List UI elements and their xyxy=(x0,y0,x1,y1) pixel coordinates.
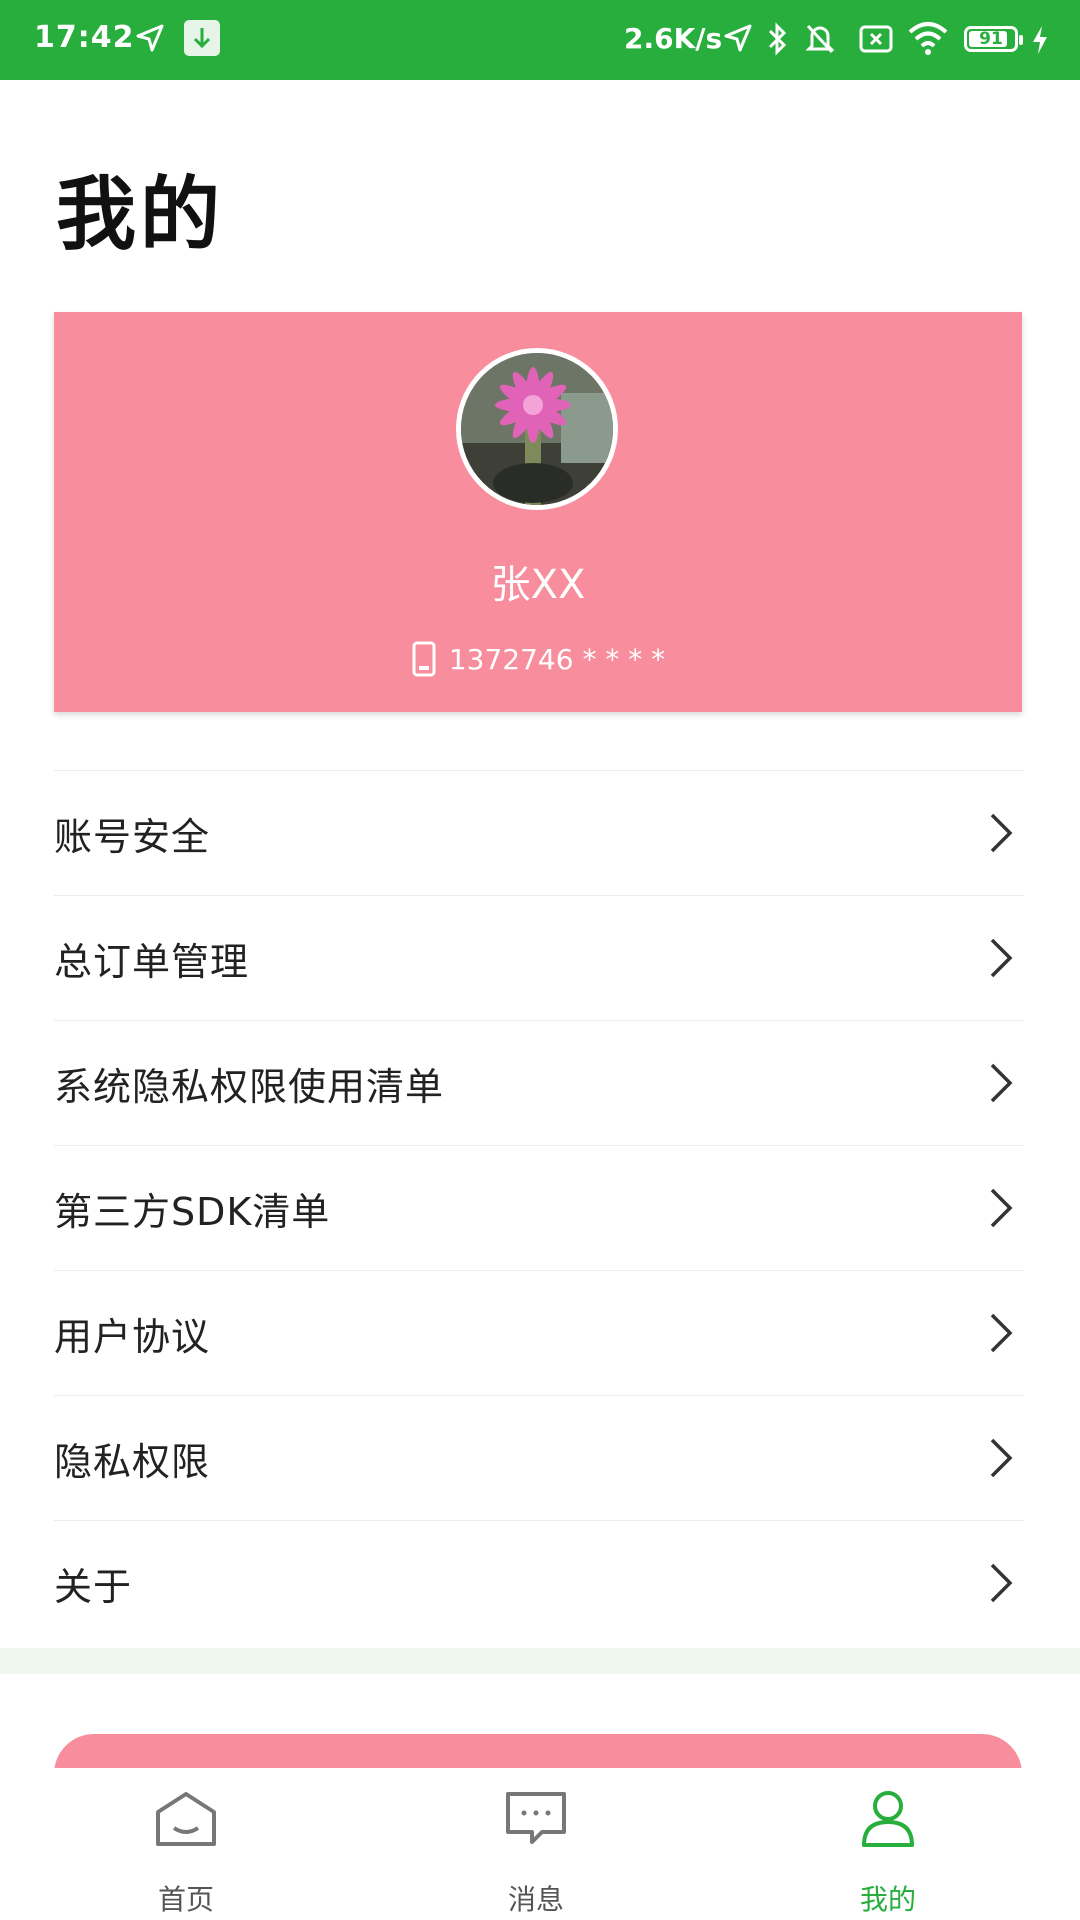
cactus-flower-image xyxy=(461,353,613,505)
menu-item-label: 第三方SDK清单 xyxy=(54,1189,331,1234)
phone-row: 1372746 * * * * xyxy=(54,640,1022,678)
network-speed: 2.6K/s xyxy=(624,22,723,55)
nav-label: 消息 xyxy=(507,1883,564,1916)
page-title: 我的 xyxy=(56,168,224,261)
menu-item-label: 用户协议 xyxy=(54,1314,211,1359)
bluetooth-icon xyxy=(768,22,787,56)
menu-item-order-management[interactable]: 总订单管理 xyxy=(54,895,1024,1020)
nav-item-home[interactable]: 首页 xyxy=(86,1768,286,1920)
nav-label: 我的 xyxy=(859,1883,916,1916)
chevron-right-icon xyxy=(990,1063,1013,1103)
menu-item-account-security[interactable]: 账号安全 xyxy=(54,770,1024,895)
menu-item-third-party-sdk[interactable]: 第三方SDK清单 xyxy=(54,1145,1024,1270)
avatar[interactable] xyxy=(456,348,618,510)
chevron-right-icon xyxy=(990,1563,1013,1603)
phone-icon xyxy=(412,641,436,677)
charging-icon xyxy=(1033,26,1047,54)
nav-label: 首页 xyxy=(157,1883,214,1916)
menu-item-privacy-permission[interactable]: 隐私权限 xyxy=(54,1395,1024,1520)
nav-item-mine[interactable]: 我的 xyxy=(788,1768,988,1920)
menu-list: 账号安全 总订单管理 系统隐私权限使用清单 第三方SDK清单 用户协议 隐私权限… xyxy=(54,770,1024,1645)
menu-item-label: 隐私权限 xyxy=(54,1439,211,1484)
menu-item-label: 账号安全 xyxy=(54,814,211,859)
chevron-right-icon xyxy=(990,1188,1013,1228)
location-icon xyxy=(724,24,752,52)
location-icon xyxy=(136,24,164,52)
download-icon xyxy=(184,20,220,56)
home-icon xyxy=(156,1792,216,1846)
message-icon xyxy=(506,1792,566,1844)
chevron-right-icon xyxy=(990,813,1013,853)
status-time: 17:42 xyxy=(34,20,135,55)
section-divider xyxy=(0,1648,1080,1674)
nav-item-messages[interactable]: 消息 xyxy=(436,1768,636,1920)
profile-card[interactable]: 张XX 1372746 * * * * xyxy=(54,312,1022,712)
menu-item-label: 系统隐私权限使用清单 xyxy=(54,1064,445,1109)
battery-level: 91 xyxy=(979,29,1003,49)
menu-item-user-agreement[interactable]: 用户协议 xyxy=(54,1270,1024,1395)
phone-number: 1372746 * * * * xyxy=(448,642,666,676)
sim-icon xyxy=(859,25,893,53)
battery-icon: 91 xyxy=(964,26,1023,52)
wifi-icon xyxy=(908,22,948,55)
chevron-right-icon xyxy=(990,1313,1013,1353)
menu-item-label: 关于 xyxy=(54,1564,133,1609)
user-name: 张XX xyxy=(490,562,586,608)
menu-item-about[interactable]: 关于 xyxy=(54,1520,1024,1645)
status-bar: 17:42 2.6K/s 91 xyxy=(0,0,1080,80)
mute-icon xyxy=(805,24,835,54)
user-icon xyxy=(862,1791,914,1847)
menu-item-label: 总订单管理 xyxy=(54,939,250,984)
menu-item-privacy-permission-list[interactable]: 系统隐私权限使用清单 xyxy=(54,1020,1024,1145)
chevron-right-icon xyxy=(990,938,1013,978)
chevron-right-icon xyxy=(990,1438,1013,1478)
bottom-nav: 首页 消息 我的 xyxy=(0,1768,1080,1920)
